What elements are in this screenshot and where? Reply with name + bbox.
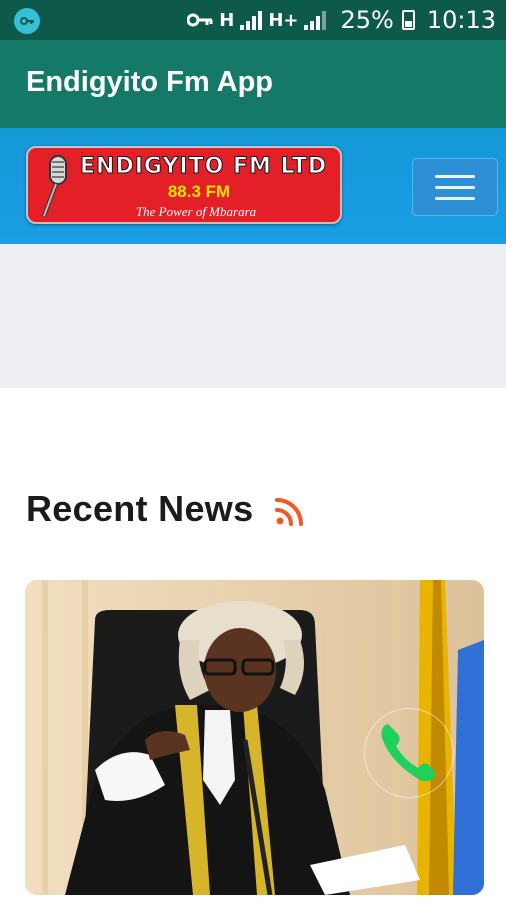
network-type-1: H xyxy=(219,9,235,31)
signal-1-icon xyxy=(240,10,263,30)
hamburger-menu-icon xyxy=(435,174,475,178)
hamburger-menu-button[interactable] xyxy=(412,158,498,216)
battery-percent: 25% xyxy=(340,6,394,34)
content-placeholder xyxy=(0,244,506,388)
logo-frequency: 88.3 FM xyxy=(167,182,231,201)
status-bar: H H+ 25% 10:13 xyxy=(0,0,506,40)
network-type-2: H+ xyxy=(268,9,299,31)
app-title: Endigyito Fm App xyxy=(26,66,274,98)
phone-call-icon xyxy=(381,724,436,782)
vpn-key-icon xyxy=(187,13,213,27)
logo-name: ENDIGYITO FM LTD xyxy=(79,154,328,180)
logo-tagline: The Power of Mbarara xyxy=(135,204,257,219)
section-title: Recent News xyxy=(26,488,254,529)
app-bar: Endigyito Fm App xyxy=(0,40,506,128)
key-circle-icon xyxy=(14,8,40,34)
clock: 10:13 xyxy=(426,6,496,34)
status-icons: H H+ 25% 10:13 xyxy=(187,0,496,40)
signal-2-icon xyxy=(304,10,327,30)
call-button[interactable] xyxy=(364,708,454,798)
battery-icon xyxy=(401,10,415,30)
station-logo[interactable]: ENDIGYITO FM LTD 88.3 FM The Power of Mb… xyxy=(26,146,342,224)
rss-feed-icon[interactable] xyxy=(275,496,305,526)
recent-news-heading: Recent News xyxy=(26,488,305,530)
site-header: ENDIGYITO FM LTD 88.3 FM The Power of Mb… xyxy=(0,128,506,244)
